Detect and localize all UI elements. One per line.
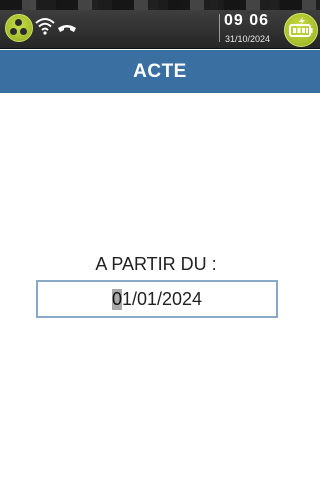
start-date-label: A PARTIR DU :: [95, 254, 217, 274]
page-header: ACTE: [0, 50, 320, 93]
clock-time: 09 06: [224, 12, 270, 29]
page-title: ACTE: [133, 60, 187, 82]
battery-charging-icon: [284, 13, 318, 47]
clock-date: 31/10/2024: [225, 34, 271, 44]
status-bar: 09 06 31/10/2024: [0, 0, 320, 49]
date-value-rest: 1/01/2024: [121, 288, 203, 309]
wifi-icon: [35, 18, 55, 35]
text-cursor: 0: [111, 288, 122, 310]
phone-icon: [58, 25, 76, 32]
status-divider: [219, 14, 220, 42]
start-date-input[interactable]: 0 1/01/2024: [36, 280, 278, 318]
radio-signal-icon: [5, 14, 33, 42]
